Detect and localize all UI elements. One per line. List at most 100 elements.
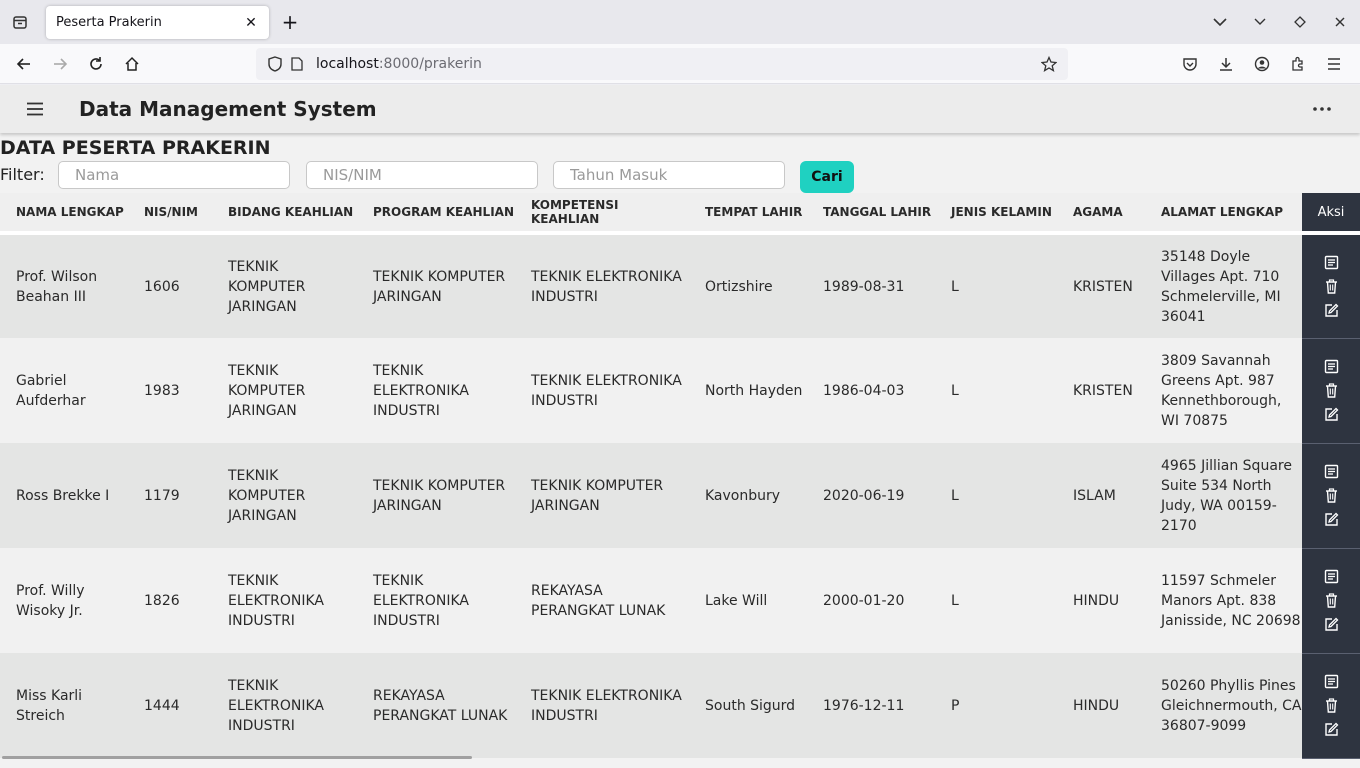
cell-tanggal-lahir: 2020-06-19 <box>807 443 935 548</box>
close-window-icon[interactable] <box>1320 0 1360 44</box>
view-detail-icon[interactable] <box>1322 462 1340 482</box>
cell-agama: HINDU <box>1057 653 1145 758</box>
cell-agama: KRISTEN <box>1057 338 1145 443</box>
app-menu-icon[interactable] <box>1316 46 1352 82</box>
col-tanggal-lahir: TANGGAL LAHIR <box>807 193 935 235</box>
cell-bidang-keahlian: TEKNIK KOMPUTER JARINGAN <box>212 338 357 443</box>
reload-icon[interactable] <box>78 46 114 82</box>
table-row: Prof. Wilson Beahan III 1606 TEKNIK KOMPUT… <box>0 233 1360 339</box>
cell-nis-nim: 1606 <box>128 233 212 338</box>
extensions-icon[interactable] <box>1280 46 1316 82</box>
delete-trash-icon[interactable] <box>1322 591 1340 611</box>
col-bidang-keahlian: BIDANG KEAHLIAN <box>212 193 357 235</box>
cell-bidang-keahlian: TEKNIK KOMPUTER JARINGAN <box>212 443 357 548</box>
new-tab-icon[interactable]: + <box>278 10 302 34</box>
tab-close-icon[interactable]: ✕ <box>243 15 259 31</box>
horizontal-scrollbar[interactable] <box>2 756 472 759</box>
col-aksi: Aksi <box>1302 193 1360 235</box>
cell-bidang-keahlian: TEKNIK ELEKTRONIKA INDUSTRI <box>212 653 357 758</box>
view-detail-icon[interactable] <box>1322 252 1340 272</box>
more-options-icon[interactable] <box>1306 97 1338 121</box>
pocket-icon[interactable] <box>1172 46 1208 82</box>
cell-jenis-kelamin: L <box>935 338 1057 443</box>
bookmark-star-icon[interactable] <box>1038 56 1060 72</box>
address-bar[interactable]: localhost:8000/prakerin <box>256 48 1068 80</box>
col-jenis-kelamin: JENIS KELAMIN <box>935 193 1057 235</box>
table-row: Miss Karli Streich 1444 TEKNIK ELEKTRONIKA… <box>0 653 1360 759</box>
edit-icon[interactable] <box>1322 720 1340 740</box>
browser-tab-active[interactable]: Peserta Prakerin ✕ <box>46 6 269 39</box>
account-icon[interactable] <box>1244 46 1280 82</box>
col-agama: AGAMA <box>1057 193 1145 235</box>
delete-trash-icon[interactable] <box>1322 381 1340 401</box>
delete-trash-icon[interactable] <box>1322 486 1340 506</box>
home-icon[interactable] <box>114 46 150 82</box>
col-tempat-lahir: TEMPAT LAHIR <box>689 193 807 235</box>
cell-tempat-lahir: North Hayden <box>689 338 807 443</box>
cell-kompetensi-keahlian: TEKNIK ELEKTRONIKA INDUSTRI <box>515 338 689 443</box>
cell-agama: ISLAM <box>1057 443 1145 548</box>
table-row: Gabriel Aufderhar 1983 TEKNIK KOMPUTER JAR… <box>0 338 1360 444</box>
list-all-tabs-icon[interactable] <box>1200 0 1240 44</box>
url-text: localhost:8000/prakerin <box>316 56 1038 72</box>
search-button[interactable]: Cari <box>800 161 854 193</box>
cell-alamat-lengkap: 50260 Phyllis Pines Gleichnermouth, CA 3… <box>1145 653 1302 758</box>
cell-kompetensi-keahlian: REKAYASA PERANGKAT LUNAK <box>515 548 689 653</box>
edit-icon[interactable] <box>1322 615 1340 635</box>
cell-alamat-lengkap: 11597 Schmeler Manors Apt. 838 Janisside… <box>1145 548 1302 653</box>
cell-jenis-kelamin: P <box>935 653 1057 758</box>
cell-nama-lengkap: Gabriel Aufderhar <box>0 338 128 443</box>
cell-nama-lengkap: Miss Karli Streich <box>0 653 128 758</box>
cell-kompetensi-keahlian: TEKNIK KOMPUTER JARINGAN <box>515 443 689 548</box>
cell-jenis-kelamin: L <box>935 233 1057 338</box>
cell-nama-lengkap: Prof. Wilson Beahan III <box>0 233 128 338</box>
prakerin-table: NAMA LENGKAP NIS/NIM BIDANG KEAHLIAN PRO… <box>0 193 1360 759</box>
back-arrow-icon[interactable] <box>6 46 42 82</box>
cell-program-keahlian: REKAYASA PERANGKAT LUNAK <box>357 653 515 758</box>
page-info-icon[interactable] <box>286 57 308 71</box>
cell-aksi <box>1302 233 1360 339</box>
cell-nis-nim: 1826 <box>128 548 212 653</box>
url-path: :8000/prakerin <box>378 56 482 72</box>
view-detail-icon[interactable] <box>1322 357 1340 377</box>
edit-icon[interactable] <box>1322 510 1340 530</box>
cell-tanggal-lahir: 1986-04-03 <box>807 338 935 443</box>
cell-nama-lengkap: Ross Brekke I <box>0 443 128 548</box>
edit-icon[interactable] <box>1322 300 1340 320</box>
delete-trash-icon[interactable] <box>1322 696 1340 716</box>
hamburger-menu-icon[interactable] <box>0 85 70 133</box>
cell-program-keahlian: TEKNIK KOMPUTER JARINGAN <box>357 443 515 548</box>
cell-kompetensi-keahlian: TEKNIK ELEKTRONIKA INDUSTRI <box>515 233 689 338</box>
cell-kompetensi-keahlian: TEKNIK ELEKTRONIKA INDUSTRI <box>515 653 689 758</box>
restore-icon[interactable] <box>1280 0 1320 44</box>
app-title: Data Management System <box>79 97 377 121</box>
table-row: Prof. Willy Wisoky Jr. 1826 TEKNIK ELEKTRO… <box>0 548 1360 654</box>
cell-nis-nim: 1444 <box>128 653 212 758</box>
table-header-row: NAMA LENGKAP NIS/NIM BIDANG KEAHLIAN PRO… <box>0 193 1360 235</box>
table-body: Prof. Wilson Beahan III 1606 TEKNIK KOMPUT… <box>0 233 1360 759</box>
page-title: DATA PESERTA PRAKERIN <box>0 137 271 159</box>
delete-trash-icon[interactable] <box>1322 276 1340 296</box>
app-header: Data Management System <box>0 85 1360 133</box>
tab-overview-icon[interactable] <box>0 0 40 44</box>
filter-tahun-input[interactable] <box>553 161 785 189</box>
tracking-protection-shield-icon[interactable] <box>264 56 286 72</box>
cell-bidang-keahlian: TEKNIK KOMPUTER JARINGAN <box>212 233 357 338</box>
cell-program-keahlian: TEKNIK KOMPUTER JARINGAN <box>357 233 515 338</box>
filter-nama-input[interactable] <box>58 161 290 189</box>
cell-nis-nim: 1983 <box>128 338 212 443</box>
filter-nis-input[interactable] <box>306 161 538 189</box>
cell-program-keahlian: TEKNIK ELEKTRONIKA INDUSTRI <box>357 548 515 653</box>
view-detail-icon[interactable] <box>1322 567 1340 587</box>
minimize-icon[interactable] <box>1240 0 1280 44</box>
tab-title: Peserta Prakerin <box>56 15 162 30</box>
view-detail-icon[interactable] <box>1322 672 1340 692</box>
cell-alamat-lengkap: 4965 Jillian Square Suite 534 North Judy… <box>1145 443 1302 548</box>
edit-icon[interactable] <box>1322 405 1340 425</box>
cell-bidang-keahlian: TEKNIK ELEKTRONIKA INDUSTRI <box>212 548 357 653</box>
forward-arrow-icon[interactable] <box>42 46 78 82</box>
browser-nav-bar: localhost:8000/prakerin <box>0 44 1360 84</box>
downloads-icon[interactable] <box>1208 46 1244 82</box>
url-host: localhost <box>316 56 379 72</box>
cell-aksi <box>1302 338 1360 444</box>
